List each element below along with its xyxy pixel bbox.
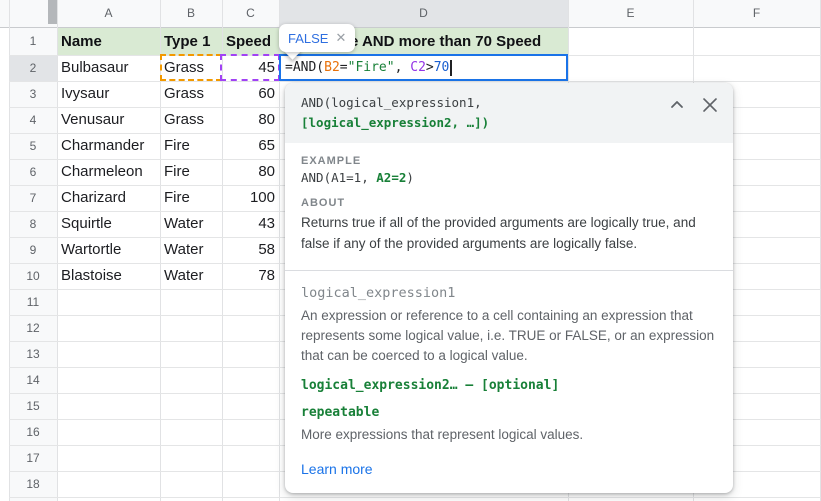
- cell-b3[interactable]: Grass: [164, 81, 219, 107]
- gridline: [9, 497, 821, 498]
- cell-b9[interactable]: Water: [164, 237, 219, 263]
- row-header-8[interactable]: 8: [9, 211, 57, 237]
- cell-c10[interactable]: 78: [222, 263, 279, 289]
- row-header-10[interactable]: 10: [9, 263, 57, 289]
- param2-name-optional: logical_expression2… – [optional]: [301, 378, 560, 393]
- formula-token-equals: =: [339, 60, 348, 75]
- formula-token-function: =AND(: [285, 60, 325, 75]
- example-label: EXAMPLE: [301, 155, 362, 167]
- formula-token-string: "Fire": [347, 60, 395, 75]
- function-signature-line1: AND(logical_expression1,: [301, 95, 482, 110]
- spreadsheet-app: A B C D E F Name Type 1 Speed e AND more…: [0, 0, 821, 501]
- column-header-f[interactable]: F: [693, 0, 820, 27]
- formula-token-number: 70: [433, 60, 450, 75]
- cell-a8[interactable]: Squirtle: [61, 211, 157, 237]
- formula-token-comma: ,: [394, 60, 411, 75]
- collapse-chevron-up-icon[interactable]: [669, 98, 687, 116]
- example-code-post: ): [406, 170, 414, 185]
- text-caret: [450, 59, 452, 76]
- cell-c6[interactable]: 80: [222, 159, 279, 185]
- row-header-9[interactable]: 9: [9, 237, 57, 263]
- learn-more-link[interactable]: Learn more: [301, 461, 373, 477]
- formula-result-value: FALSE: [288, 30, 329, 46]
- cell-b6[interactable]: Fire: [164, 159, 219, 185]
- param1-description: An expression or reference to a cell con…: [301, 308, 715, 363]
- cell-c1[interactable]: Speed: [226, 28, 278, 55]
- cell-a3[interactable]: Ivysaur: [61, 81, 157, 107]
- row-header-11[interactable]: 11: [9, 289, 57, 315]
- cell-b1[interactable]: Type 1: [164, 28, 220, 55]
- row-header-5[interactable]: 5: [9, 133, 57, 159]
- cell-b10[interactable]: Water: [164, 263, 219, 289]
- row-header-15[interactable]: 15: [9, 393, 57, 419]
- formula-edit-cell-d2[interactable]: =AND(B2 = "Fire", C2 >70: [279, 54, 568, 81]
- function-signature-line2: [logical_expression2, …]): [301, 115, 490, 130]
- about-label: ABOUT: [301, 197, 346, 209]
- popup-body: EXAMPLE AND(A1=1, A2=2) ABOUT Returns tr…: [285, 155, 733, 479]
- popup-header: AND(logical_expression1, [logical_expres…: [285, 83, 733, 143]
- gridline: [57, 0, 58, 501]
- column-header-d[interactable]: D: [279, 0, 568, 27]
- cell-a6[interactable]: Charmeleon: [61, 159, 157, 185]
- cell-d1-visible-text[interactable]: e AND more than 70 Speed: [350, 28, 566, 55]
- cell-b8[interactable]: Water: [164, 211, 219, 237]
- row-header-12[interactable]: 12: [9, 315, 57, 341]
- row-header-7[interactable]: 7: [9, 185, 57, 211]
- row-header-1[interactable]: 1: [9, 28, 57, 55]
- close-icon[interactable]: [701, 96, 719, 114]
- column-header-b[interactable]: B: [160, 0, 222, 27]
- row-header-4[interactable]: 4: [9, 107, 57, 133]
- example-code-pre: AND(A1=1,: [301, 170, 377, 185]
- chip-close-icon[interactable]: ✕: [335, 30, 346, 46]
- cell-a4[interactable]: Venusaur: [61, 107, 157, 133]
- cell-a2[interactable]: Bulbasaur: [61, 55, 157, 81]
- cell-b7[interactable]: Fire: [164, 185, 219, 211]
- example-code-highlight: A2=2: [376, 170, 407, 185]
- row-header-2[interactable]: 2: [9, 55, 57, 81]
- corner-select-all-handle[interactable]: [48, 0, 57, 24]
- formula-token-ref-c2: C2: [410, 60, 426, 75]
- cell-c5[interactable]: 65: [222, 133, 279, 159]
- cell-a5[interactable]: Charmander: [61, 133, 157, 159]
- row-header-16[interactable]: 16: [9, 419, 57, 445]
- cell-a10[interactable]: Blastoise: [61, 263, 157, 289]
- column-header-c[interactable]: C: [222, 0, 279, 27]
- row-header-13[interactable]: 13: [9, 341, 57, 367]
- cell-c4[interactable]: 80: [222, 107, 279, 133]
- row-header-17[interactable]: 17: [9, 445, 57, 471]
- cell-a9[interactable]: Wartortle: [61, 237, 157, 263]
- repeatable-label: repeatable: [301, 405, 380, 420]
- range-highlight-b2: [160, 54, 222, 81]
- formula-result-chip[interactable]: FALSE ✕: [279, 24, 356, 60]
- row-header-3[interactable]: 3: [9, 81, 57, 107]
- function-help-popup: AND(logical_expression1, [logical_expres…: [285, 83, 733, 493]
- range-highlight-c2: [220, 54, 280, 81]
- param1-name: logical_expression1: [301, 285, 456, 301]
- formula-token-ref-b2: B2: [324, 60, 340, 75]
- cell-b5[interactable]: Fire: [164, 133, 219, 159]
- cell-c8[interactable]: 43: [222, 211, 279, 237]
- repeatable-description: More expressions that represent logical …: [301, 427, 584, 442]
- cell-a7[interactable]: Charizard: [61, 185, 157, 211]
- column-header-a[interactable]: A: [57, 0, 160, 27]
- cell-a1[interactable]: Name: [61, 28, 157, 55]
- row-header-14[interactable]: 14: [9, 367, 57, 393]
- cell-c9[interactable]: 58: [222, 237, 279, 263]
- cell-b4[interactable]: Grass: [164, 107, 219, 133]
- about-text: Returns true if all of the provided argu…: [301, 215, 696, 251]
- cell-c7[interactable]: 100: [222, 185, 279, 211]
- cell-c3[interactable]: 60: [222, 81, 279, 107]
- row-header-18[interactable]: 18: [9, 471, 57, 497]
- popup-divider: [285, 270, 733, 271]
- column-header-e[interactable]: E: [568, 0, 693, 27]
- formula-token-gt: >: [425, 60, 434, 75]
- example-code: AND(A1=1, A2=2): [301, 170, 717, 185]
- row-header-6[interactable]: 6: [9, 159, 57, 185]
